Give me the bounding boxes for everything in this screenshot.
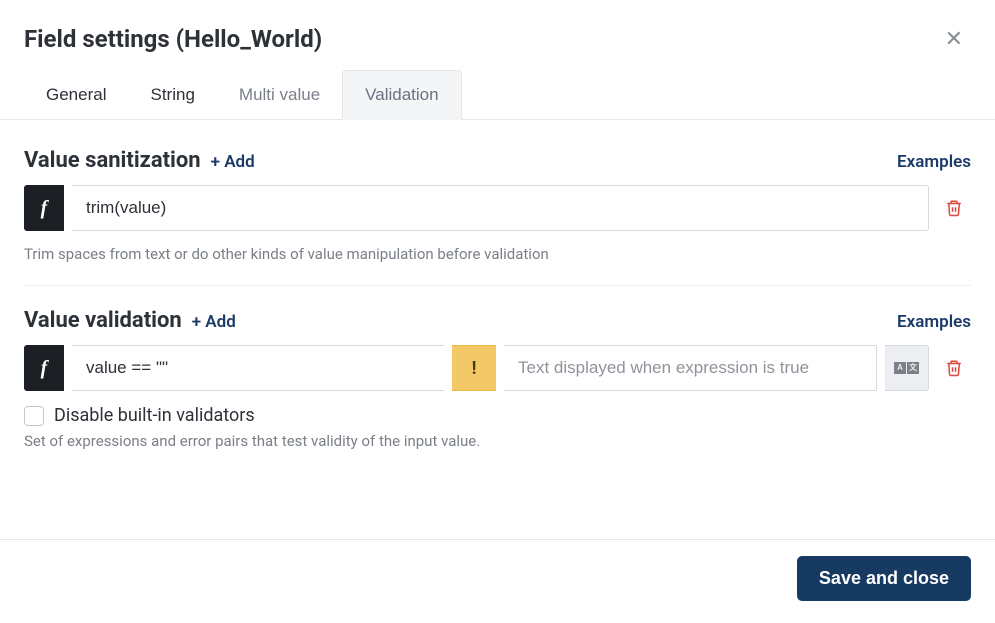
validation-delete-button[interactable] <box>937 345 971 391</box>
fx-button[interactable]: f <box>24 345 64 391</box>
sanitization-header: Value sanitization + Add Examples <box>24 148 971 173</box>
close-icon: ✕ <box>945 26 963 51</box>
validation-expression-input[interactable] <box>72 345 444 391</box>
disable-validators-label[interactable]: Disable built-in validators <box>54 405 255 426</box>
tab-validation[interactable]: Validation <box>342 70 461 120</box>
function-icon: f <box>41 197 48 220</box>
validation-title: Value validation <box>24 308 182 333</box>
modal-body: Value sanitization + Add Examples f Trim… <box>0 120 995 539</box>
sanitization-expression-input[interactable] <box>72 185 929 231</box>
save-and-close-button[interactable]: Save and close <box>797 556 971 601</box>
trash-icon <box>945 359 963 377</box>
close-button[interactable]: ✕ <box>937 24 971 54</box>
warning-icon: ! <box>472 358 477 379</box>
tab-multi-value[interactable]: Multi value <box>217 70 342 119</box>
validation-header: Value validation + Add Examples <box>24 308 971 333</box>
disable-validators-checkbox[interactable] <box>24 406 44 426</box>
modal-title: Field settings (Hello_World) <box>24 25 322 53</box>
sanitization-row: f <box>24 185 971 231</box>
disable-validators-row: Disable built-in validators <box>24 405 971 426</box>
sanitization-title: Value sanitization <box>24 148 201 173</box>
modal-header: Field settings (Hello_World) ✕ <box>0 0 995 70</box>
sanitization-delete-button[interactable] <box>937 185 971 231</box>
warning-badge: ! <box>452 345 496 391</box>
sanitization-hint: Trim spaces from text or do other kinds … <box>24 245 971 263</box>
validation-add-button[interactable]: + Add <box>192 312 236 332</box>
translate-icon: A文 <box>894 362 919 374</box>
function-icon: f <box>41 357 48 380</box>
divider <box>24 285 971 286</box>
trash-icon <box>945 199 963 217</box>
tab-general[interactable]: General <box>24 70 128 119</box>
modal-footer: Save and close <box>0 539 995 623</box>
validation-message-input[interactable] <box>504 345 877 391</box>
fx-button[interactable]: f <box>24 185 64 231</box>
validation-row: f ! A文 <box>24 345 971 391</box>
validation-examples-link[interactable]: Examples <box>897 312 971 332</box>
translate-button[interactable]: A文 <box>885 345 929 391</box>
sanitization-examples-link[interactable]: Examples <box>897 152 971 172</box>
tab-string[interactable]: String <box>128 70 216 119</box>
tabs: General String Multi value Validation <box>0 70 995 120</box>
validation-hint: Set of expressions and error pairs that … <box>24 432 971 450</box>
sanitization-add-button[interactable]: + Add <box>211 152 255 172</box>
